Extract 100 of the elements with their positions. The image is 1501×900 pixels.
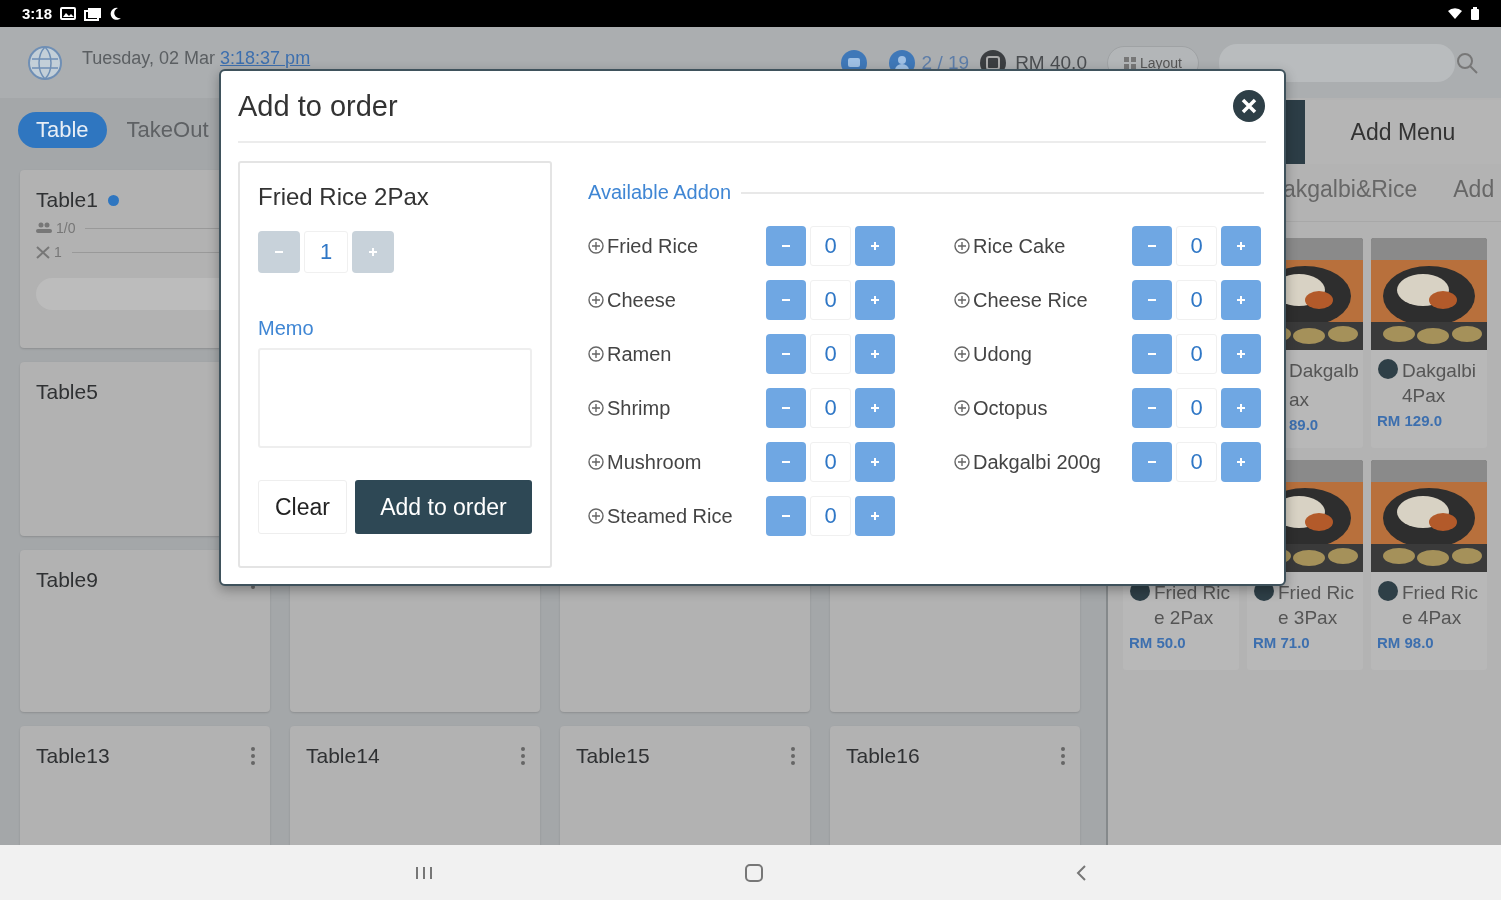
plus-button[interactable] — [855, 334, 895, 374]
addon-name: Ramen — [607, 342, 672, 366]
plus-button[interactable] — [1221, 388, 1261, 428]
kebab-menu-icon[interactable] — [250, 746, 256, 766]
table-card[interactable]: Table15 — [560, 726, 810, 845]
image-icon — [60, 7, 77, 20]
quantity-value: 0 — [810, 226, 851, 266]
minus-button[interactable] — [1132, 388, 1172, 428]
table-name: Table1 — [36, 188, 98, 212]
dialog-title: Add to order — [238, 89, 399, 123]
plus-button[interactable] — [1221, 334, 1261, 374]
section-title: Available Addon — [588, 181, 732, 204]
plus-circle-icon — [954, 454, 970, 470]
plus-icon — [869, 402, 881, 414]
addon-name: Mushroom — [607, 450, 702, 474]
minus-button[interactable] — [1132, 280, 1172, 320]
battery-icon — [1471, 7, 1479, 20]
minus-button[interactable] — [1132, 442, 1172, 482]
plus-circle-icon — [954, 238, 970, 254]
quantity-value: 0 — [810, 334, 851, 374]
plus-circle-icon — [954, 400, 970, 416]
plus-circle-icon — [588, 400, 604, 416]
plus-circle-icon — [588, 454, 604, 470]
plus-circle-icon — [954, 292, 970, 308]
plus-icon — [367, 246, 379, 258]
clear-button[interactable]: Clear — [258, 480, 347, 534]
quantity-value: 1 — [304, 231, 348, 273]
table-card[interactable]: Table9 — [20, 550, 270, 712]
kebab-menu-icon[interactable] — [790, 746, 796, 766]
plus-circle-icon — [588, 292, 604, 308]
plus-circle-icon — [588, 238, 604, 254]
minus-button[interactable] — [1132, 226, 1172, 266]
minus-button[interactable] — [766, 334, 806, 374]
utensils-icon — [36, 245, 50, 259]
addon-name: Udong — [973, 342, 1032, 366]
plus-button[interactable] — [855, 388, 895, 428]
recent-apps-icon[interactable] — [413, 864, 434, 881]
plus-button[interactable] — [855, 226, 895, 266]
plus-button[interactable] — [1221, 280, 1261, 320]
plus-button[interactable] — [855, 442, 895, 482]
minus-button[interactable] — [766, 442, 806, 482]
minus-button[interactable] — [766, 388, 806, 428]
moon-icon — [110, 7, 123, 20]
menu-card[interactable]: Fried Rice 4Pax RM 98.0 — [1371, 460, 1487, 670]
minus-button[interactable] — [766, 226, 806, 266]
kebab-menu-icon[interactable] — [520, 746, 526, 766]
plus-button[interactable] — [855, 280, 895, 320]
gallery-icon — [84, 6, 103, 21]
menu-item-name: Fried Rice 2Pax — [1154, 581, 1231, 630]
clock: 3:18 — [22, 5, 53, 22]
quantity-value: 0 — [1176, 280, 1217, 320]
addon-name: Rice Cake — [973, 234, 1066, 258]
minus-button[interactable] — [766, 496, 806, 536]
menu-item-name: Fried Rice 4Pax — [1402, 581, 1479, 630]
menu-item-price: RM 129.0 — [1377, 412, 1444, 429]
plus-icon — [1235, 348, 1247, 360]
close-icon[interactable] — [1232, 89, 1266, 123]
plus-button[interactable] — [1221, 442, 1261, 482]
minus-button[interactable] — [766, 280, 806, 320]
add-to-order-button[interactable]: Add to order — [354, 480, 532, 534]
plus-icon — [869, 510, 881, 522]
plus-icon — [869, 294, 881, 306]
table-name: Table5 — [36, 380, 98, 404]
menu-item-name: Fried Rice 3Pax — [1278, 581, 1355, 630]
addon-name: Cheese Rice — [973, 288, 1088, 312]
people-icon — [36, 222, 52, 234]
table-card[interactable]: Table16 — [830, 726, 1080, 845]
order-count: 2 / 19 — [921, 51, 970, 74]
plus-circle-icon — [954, 346, 970, 362]
kebab-menu-icon[interactable] — [1060, 746, 1066, 766]
home-icon[interactable] — [743, 863, 764, 882]
grid-icon — [1123, 56, 1136, 69]
tab[interactable]: Table — [18, 112, 107, 148]
search-field[interactable] — [1219, 43, 1455, 82]
plus-circle-icon — [588, 508, 604, 524]
plus-icon — [869, 348, 881, 360]
quantity-value: 0 — [1176, 388, 1217, 428]
minus-button[interactable] — [1132, 334, 1172, 374]
menu-item-price: RM 71.0 — [1253, 634, 1311, 651]
menu-item-price: RM 50.0 — [1129, 634, 1187, 651]
table-name: Table13 — [36, 744, 110, 768]
item-count: 1 — [54, 244, 62, 260]
addon-name: Steamed Rice — [607, 504, 733, 528]
plus-circle-icon — [588, 346, 604, 362]
addon-name: Cheese — [607, 288, 676, 312]
table-name: Table15 — [576, 744, 650, 768]
plus-button[interactable] — [1221, 226, 1261, 266]
menu-card[interactable]: Dakgalbi 4Pax RM 129.0 — [1371, 238, 1487, 448]
badge-icon — [1377, 580, 1399, 602]
globe-logo-icon — [26, 43, 64, 82]
table-card[interactable]: Table13 — [20, 726, 270, 845]
table-name: Table9 — [36, 568, 98, 592]
addon-name: Fried Rice — [607, 234, 699, 258]
search-icon[interactable] — [1455, 50, 1479, 75]
table-card[interactable]: Table14 — [290, 726, 540, 845]
badge-icon — [1377, 358, 1399, 380]
quantity-value: 0 — [810, 280, 851, 320]
plus-button[interactable] — [855, 496, 895, 536]
table-name: Table14 — [306, 744, 380, 768]
table-name: Table16 — [846, 744, 920, 768]
